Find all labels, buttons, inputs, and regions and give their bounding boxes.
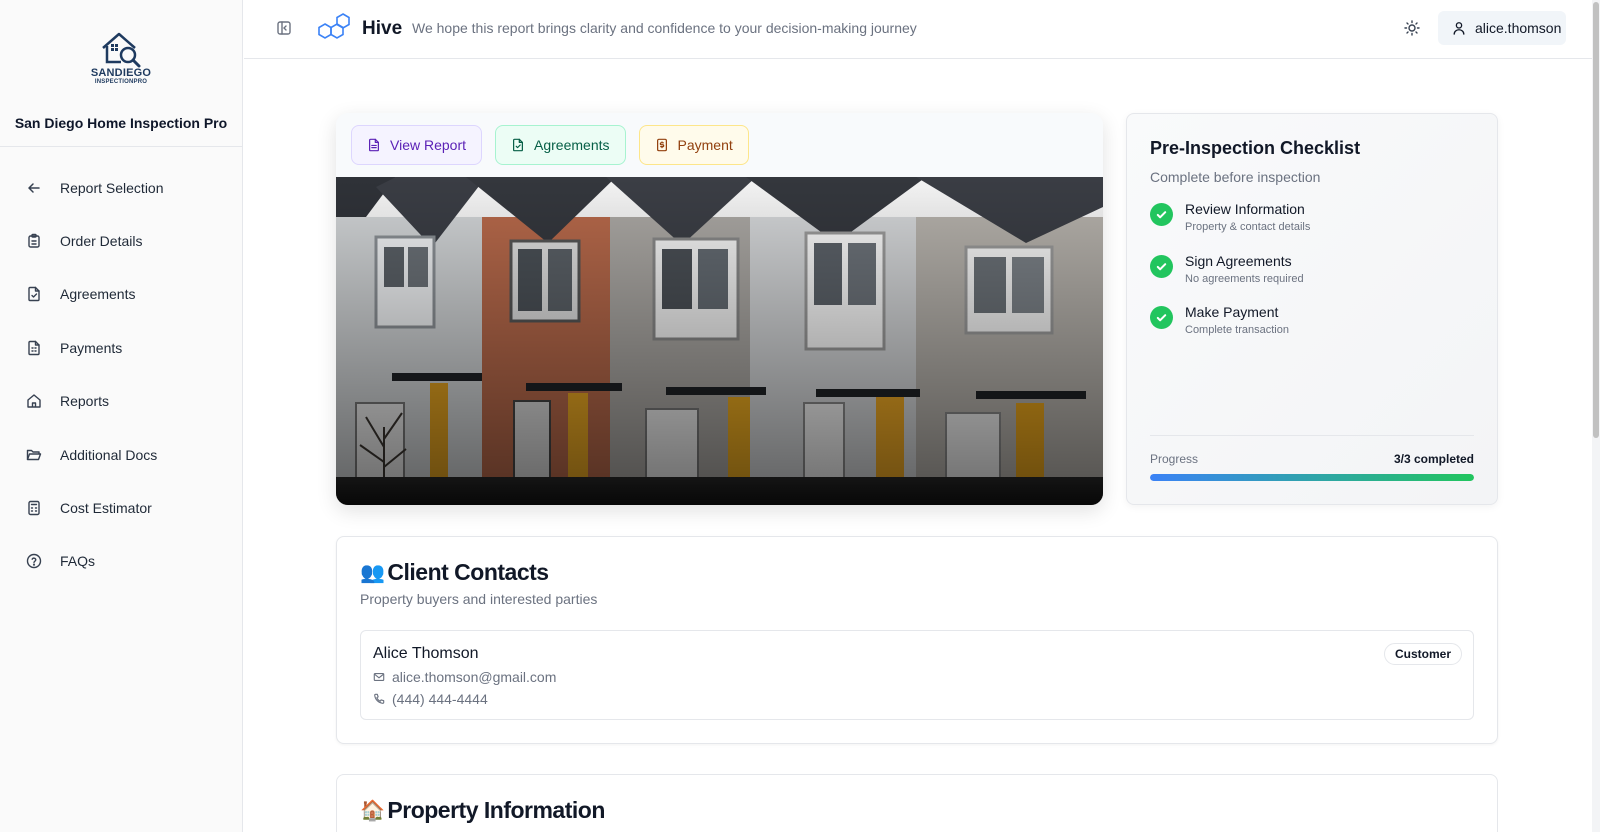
checklist-subtitle: Complete before inspection: [1150, 169, 1321, 185]
logo-text-line1: SANDIEGO: [90, 67, 152, 79]
username-label: alice.thomson: [1475, 20, 1562, 36]
company-name: San Diego Home Inspection Pro: [14, 115, 228, 131]
client-contacts-section: 👥 Client Contacts Property buyers and in…: [336, 536, 1498, 744]
hero-action-tabs: View Report Agreements Payment: [336, 113, 1103, 177]
checklist-item-review-information: Review Information Property & contact de…: [1150, 201, 1474, 253]
sidebar-item-label: Order Details: [60, 233, 143, 250]
house-icon: 🏠: [360, 800, 385, 822]
checklist-item-subtitle: Complete transaction: [1185, 324, 1289, 336]
user-menu-button[interactable]: alice.thomson: [1438, 11, 1566, 45]
checklist-divider: [1150, 435, 1474, 436]
calculator-icon: [26, 500, 42, 516]
clipboard-icon: [26, 233, 42, 249]
checklist-item-sign-agreements: Sign Agreements No agreements required: [1150, 253, 1474, 305]
tab-label: Agreements: [534, 137, 610, 153]
sidebar-item-label: Additional Docs: [60, 446, 158, 463]
house-magnifier-icon: [102, 32, 141, 68]
top-header: Hive We hope this report brings clarity …: [244, 0, 1600, 59]
agreements-button[interactable]: Agreements: [495, 125, 626, 165]
contact-email[interactable]: alice.thomson@gmail.com: [392, 669, 556, 685]
section-title: 👥 Client Contacts: [360, 559, 549, 586]
brand-area: SANDIEGO INSPECTIONPRO San Diego Home In…: [0, 0, 242, 147]
sidebar: SANDIEGO INSPECTIONPRO San Diego Home In…: [0, 0, 243, 832]
receipt-icon: [26, 340, 42, 356]
sidebar-item-label: FAQs: [60, 553, 96, 570]
checklist-item-subtitle: No agreements required: [1185, 272, 1304, 285]
hero-card: View Report Agreements Payment: [336, 113, 1103, 505]
check-circle-icon: [1150, 306, 1173, 329]
scrollbar-thumb[interactable]: [1593, 2, 1599, 438]
sidebar-toggle-icon[interactable]: [276, 20, 292, 36]
sidebar-item-label: Reports: [60, 393, 110, 410]
progress-row: Progress 3/3 completed: [1150, 452, 1474, 466]
header-tagline: We hope this report brings clarity and c…: [412, 20, 917, 36]
home-icon: [26, 393, 42, 409]
hive-logo-icon: [318, 13, 350, 39]
contact-name: Alice Thomson: [373, 645, 479, 662]
dollar-file-icon: [656, 138, 667, 152]
tab-label: View Report: [390, 137, 467, 153]
sidebar-item-label: Report Selection: [60, 179, 164, 196]
contact-phone[interactable]: (444) 444-4444: [392, 691, 488, 707]
contact-phone-row: (444) 444-4444: [373, 691, 488, 707]
sidebar-item-cost-estimator[interactable]: Cost Estimator: [0, 481, 242, 534]
sun-icon[interactable]: [1404, 20, 1420, 36]
progress-bar: [1150, 474, 1474, 481]
sidebar-item-label: Cost Estimator: [60, 500, 152, 517]
file-check-icon: [26, 286, 42, 302]
payment-button[interactable]: Payment: [638, 125, 749, 165]
progress-label: Progress: [1150, 452, 1199, 466]
checklist-item-title: Sign Agreements: [1185, 252, 1292, 269]
arrow-left-icon: [26, 180, 42, 196]
sidebar-item-report-selection[interactable]: Report Selection: [0, 161, 242, 214]
checklist-item-title: Make Payment: [1185, 304, 1279, 320]
sidebar-item-order-details[interactable]: Order Details: [0, 214, 242, 267]
section-title-text: Client Contacts: [387, 559, 549, 585]
sidebar-item-additional-docs[interactable]: Additional Docs: [0, 428, 242, 481]
pre-inspection-checklist: Pre-Inspection Checklist Complete before…: [1126, 113, 1498, 505]
checklist-item-subtitle: Property & contact details: [1185, 221, 1311, 233]
checklist-item-title: Review Information: [1185, 201, 1305, 217]
contact-email-row: alice.thomson@gmail.com: [373, 669, 556, 685]
progress-count: 3/3 completed: [1393, 452, 1474, 466]
progress-bar-fill: [1150, 474, 1474, 481]
property-information-section: 🏠 Property Information: [336, 774, 1498, 832]
sidebar-item-label: Payments: [60, 339, 123, 356]
app-title: Hive: [362, 18, 403, 39]
property-photo: [336, 177, 1103, 505]
logo-text-line2: INSPECTIONPRO: [94, 79, 148, 85]
file-text-icon: [369, 138, 379, 152]
help-circle-icon: [26, 553, 42, 569]
company-logo: SANDIEGO INSPECTIONPRO: [85, 30, 157, 88]
contact-card: Alice Thomson alice.thomson@gmail.com (4…: [360, 630, 1474, 720]
phone-icon: [374, 693, 385, 704]
checklist-title: Pre-Inspection Checklist: [1150, 138, 1361, 158]
section-subtitle: Property buyers and interested parties: [360, 591, 598, 607]
sidebar-item-payments[interactable]: Payments: [0, 321, 242, 374]
people-icon: 👥: [360, 562, 385, 584]
sidebar-item-reports[interactable]: Reports: [0, 375, 242, 428]
tab-label: Payment: [677, 137, 733, 153]
folder-open-icon: [26, 447, 42, 463]
sidebar-item-faqs[interactable]: FAQs: [0, 535, 242, 588]
sidebar-nav: Report Selection Order Details Agreement…: [0, 147, 242, 588]
section-title-text: Property Information: [387, 797, 605, 823]
check-circle-icon: [1150, 254, 1173, 278]
checklist-item-make-payment: Make Payment Complete transaction: [1150, 304, 1474, 356]
section-title: 🏠 Property Information: [360, 797, 605, 824]
mail-icon: [373, 673, 385, 681]
role-badge: Customer: [1383, 643, 1462, 665]
sidebar-item-agreements[interactable]: Agreements: [0, 268, 242, 321]
check-circle-icon: [1150, 203, 1173, 226]
sidebar-item-label: Agreements: [60, 286, 136, 303]
user-icon: [1453, 22, 1465, 35]
file-check-icon: [513, 138, 524, 152]
view-report-button[interactable]: View Report: [351, 125, 483, 165]
